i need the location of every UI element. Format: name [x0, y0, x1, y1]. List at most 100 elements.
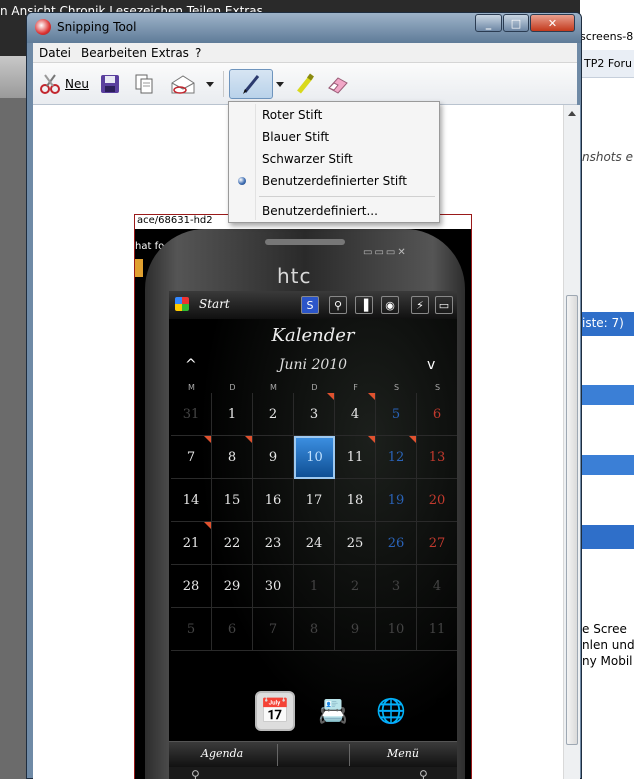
title-bar[interactable]: Snipping Tool _ □ ✕ [27, 13, 581, 43]
save-button[interactable] [95, 69, 125, 99]
calendar-day[interactable]: 1 [294, 565, 335, 608]
radio-selected-icon [238, 177, 246, 185]
new-label: Neu [65, 77, 89, 91]
captured-band [135, 259, 143, 277]
soft-keys: Agenda Menü [169, 741, 457, 767]
calendar-day[interactable]: 20 [417, 479, 457, 522]
close-button[interactable]: ✕ [530, 14, 575, 32]
menu-item-custom-pen[interactable]: Benutzerdefinierter Stift [229, 170, 439, 192]
start-label: Start [199, 297, 230, 311]
mail-app-icon: ✉ [206, 697, 228, 725]
menu-separator [259, 196, 435, 197]
menu-item-customize[interactable]: Benutzerdefiniert... [229, 200, 439, 222]
highlighter-button[interactable] [291, 69, 319, 99]
softkey-divider [277, 744, 278, 766]
menu-item-black-pen[interactable]: Schwarzer Stift [229, 148, 439, 170]
calendar-day[interactable]: 8 [212, 436, 253, 479]
maximize-button[interactable]: □ [503, 14, 529, 32]
background-right-stripe: iste: 7) [580, 312, 634, 336]
battery-icon: ⚡ [411, 296, 429, 314]
calendar-day[interactable]: 16 [253, 479, 294, 522]
calendar-day[interactable]: 29 [212, 565, 253, 608]
chevron-down-icon [276, 81, 284, 87]
calendar-day[interactable]: 30 [253, 565, 294, 608]
calendar-day[interactable]: 7 [253, 608, 294, 651]
softkey-agenda: Agenda [201, 747, 244, 760]
send-snip-button[interactable] [165, 69, 201, 99]
minimize-button[interactable]: _ [475, 14, 502, 32]
calendar-day[interactable]: 24 [294, 522, 335, 565]
pen-icon [243, 75, 260, 94]
eraser-button[interactable] [323, 69, 353, 99]
calendar-day[interactable]: 2 [253, 393, 294, 436]
calendar-day[interactable]: 17 [294, 479, 335, 522]
calendar-day[interactable]: 4 [335, 393, 376, 436]
copy-icon [135, 74, 153, 94]
calendar-day[interactable]: 6 [212, 608, 253, 651]
phone-screen: Start S ⚲ ▐ ◉ ⚡ ▭ Kalender ^ Juni 2010 v… [169, 291, 457, 779]
calendar-day[interactable]: 10 [294, 436, 335, 479]
calendar-day[interactable]: 23 [253, 522, 294, 565]
phone-brand-logo: htc [277, 264, 312, 288]
calendar-day[interactable]: 2 [335, 565, 376, 608]
connection-icon: ▭ [435, 296, 453, 314]
calendar-day[interactable]: 7 [171, 436, 212, 479]
calendar-day[interactable]: 18 [335, 479, 376, 522]
calendar-day[interactable]: 3 [376, 565, 417, 608]
calendar-day[interactable]: 25 [335, 522, 376, 565]
calendar-day[interactable]: 12 [376, 436, 417, 479]
scroll-up-icon[interactable] [568, 111, 576, 116]
copy-button[interactable] [129, 69, 159, 99]
calendar-day[interactable]: 28 [171, 565, 212, 608]
background-right-count: iste: 7) [582, 316, 624, 330]
scroll-thumb[interactable] [566, 295, 578, 745]
calendar-day[interactable]: 11 [335, 436, 376, 479]
background-left-strip [0, 56, 28, 779]
background-left-bar [0, 56, 28, 98]
calendar-day[interactable]: 9 [335, 608, 376, 651]
phone-speaker [265, 239, 345, 245]
appointment-flag-icon [327, 393, 334, 400]
menu-item-blue-pen[interactable]: Blauer Stift [229, 126, 439, 148]
menu-item-label: Benutzerdefiniert... [262, 204, 378, 218]
calendar-app-icon: 📅 [255, 691, 295, 731]
calendar-day[interactable]: 9 [253, 436, 294, 479]
menu-item-label: Schwarzer Stift [262, 152, 353, 166]
menu-datei[interactable]: Datei [39, 46, 71, 60]
calendar-day[interactable]: 8 [294, 608, 335, 651]
app-icon [35, 19, 51, 35]
calendar-day[interactable]: 1 [212, 393, 253, 436]
app-dock: ✉ 📅 📇 🌐 🖼 [169, 691, 457, 741]
menu-help[interactable]: ? [195, 46, 201, 60]
menu-bearbeiten[interactable]: Bearbeiten [81, 46, 147, 60]
calendar-day[interactable]: 31 [171, 393, 212, 436]
calendar-day[interactable]: 21 [171, 522, 212, 565]
calendar-day[interactable]: 5 [171, 608, 212, 651]
volume-icon: ◉ [381, 296, 399, 314]
menu-bar: Datei Bearbeiten Extras ? [33, 43, 577, 63]
new-button[interactable]: Neu [37, 69, 91, 99]
calendar-day[interactable]: 27 [417, 522, 457, 565]
weekday-label: D [229, 383, 236, 392]
background-right-tab[interactable]: TP2 Foru [580, 50, 634, 78]
calendar-month: Juni 2010 [278, 357, 348, 373]
calendar-day[interactable]: 19 [376, 479, 417, 522]
calendar-day[interactable]: 4 [417, 565, 457, 608]
calendar-day[interactable]: 5 [376, 393, 417, 436]
calendar-day[interactable]: 10 [376, 608, 417, 651]
vertical-scrollbar[interactable] [563, 105, 580, 779]
calendar-day[interactable]: 26 [376, 522, 417, 565]
calendar-day[interactable]: 6 [417, 393, 457, 436]
calendar-day[interactable]: 22 [212, 522, 253, 565]
background-right-stripe-2 [580, 385, 634, 405]
menu-extras[interactable]: Extras [151, 46, 189, 60]
pen-dropdown[interactable] [273, 69, 287, 99]
menu-item-red-pen[interactable]: Roter Stift [229, 104, 439, 126]
calendar-day[interactable]: 15 [212, 479, 253, 522]
pen-button[interactable] [229, 69, 273, 99]
calendar-day[interactable]: 14 [171, 479, 212, 522]
send-snip-dropdown[interactable] [203, 69, 217, 99]
calendar-day[interactable]: 3 [294, 393, 335, 436]
calendar-day[interactable]: 13 [417, 436, 457, 479]
calendar-day[interactable]: 11 [417, 608, 457, 651]
